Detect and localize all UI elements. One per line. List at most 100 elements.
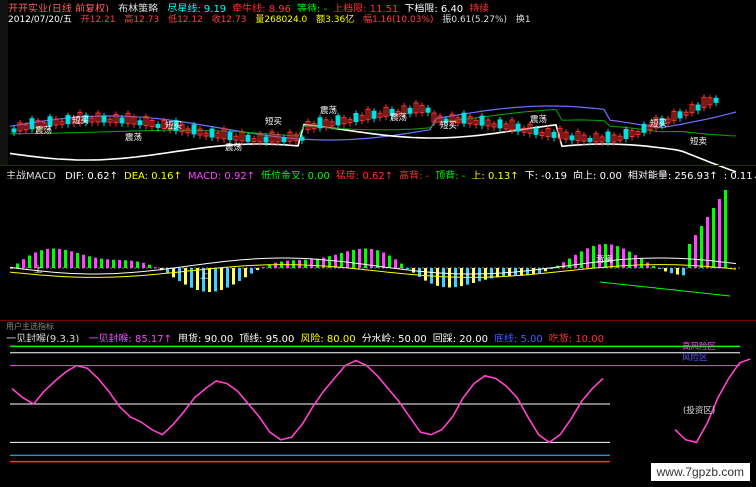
macd-histogram-bar — [634, 255, 637, 268]
macd-item: 低位金叉: 0.00 — [261, 171, 330, 179]
macd-histogram-bar — [358, 248, 361, 268]
macd-annotation: 背离 — [596, 254, 613, 265]
candle-body — [137, 120, 143, 126]
macd-histogram-bar — [394, 259, 397, 268]
macd-histogram-bar — [214, 268, 217, 292]
macd-histogram-bar — [568, 258, 571, 268]
candle-body — [713, 97, 719, 103]
macd-histogram-bar — [130, 260, 133, 268]
macd-histogram-bar — [304, 259, 307, 268]
candle-body — [641, 123, 647, 133]
macd-histogram-bar — [658, 268, 661, 269]
macd-histogram-bar — [592, 245, 595, 268]
candle-body — [29, 118, 35, 130]
macd-histogram-bar — [70, 251, 73, 268]
macd-histogram-bar — [178, 268, 181, 282]
macd-histogram-bar — [442, 268, 445, 288]
macd-histogram-bar — [124, 260, 127, 268]
price-annotation: 短买 — [265, 116, 282, 127]
macd-histogram-bar — [670, 268, 673, 274]
macd-histogram-bar — [478, 268, 481, 282]
macd-histogram-bar — [664, 268, 667, 272]
macd-item: MACD: 0.92↑ — [187, 171, 256, 179]
macd-histogram-bar — [688, 244, 691, 268]
candle-body — [119, 117, 125, 124]
candle-body — [425, 107, 431, 113]
macd-histogram-bar — [352, 249, 355, 268]
zone-label-investment: (投资区) — [683, 406, 716, 416]
oscillator-item: 风险: 80.00 — [300, 334, 356, 342]
macd-histogram-bar — [106, 259, 109, 268]
candle-body — [695, 104, 701, 111]
oscillator-title[interactable]: 一见封喉(9,3,3) — [6, 334, 79, 342]
macd-item: 上: 0.13↑ — [471, 171, 519, 179]
macd-histogram-bar — [640, 258, 643, 268]
oscillator-item: 顶线: 95.00 — [239, 334, 295, 342]
watermark: www.7gpzb.com — [650, 463, 750, 481]
macd-histogram-bar — [346, 251, 349, 268]
macd-histogram-bar — [136, 261, 139, 268]
left-strip-bg — [0, 0, 8, 165]
macd-histogram-bar — [196, 268, 199, 291]
chart-canvas[interactable]: 震荡震荡震荡震荡震荡 震荡短买 短买 短买 短买 短买短卖上上背离 — [0, 0, 756, 487]
macd-histogram-bar — [238, 268, 241, 281]
macd-histogram-bar — [472, 268, 475, 283]
candle-body — [263, 136, 269, 143]
price-annotation: 短买 — [165, 120, 182, 131]
macd-histogram-bar — [712, 208, 715, 268]
macd-histogram-bar — [718, 199, 721, 268]
candle-body — [299, 136, 305, 141]
macd-histogram-bar — [112, 259, 115, 268]
oscillator-k-line — [11, 359, 604, 444]
candle-body — [371, 110, 377, 119]
macd-histogram-bar — [340, 252, 343, 268]
price-annotation: 短卖 — [690, 136, 708, 147]
macd-item: 高背: - — [399, 171, 430, 179]
candle-body — [515, 123, 521, 132]
candle-body — [191, 124, 197, 135]
macd-histogram-bar — [256, 268, 259, 271]
candle-body — [335, 115, 341, 126]
macd-histogram-bar — [586, 248, 589, 268]
pane-separator — [0, 320, 756, 321]
macd-item: 下: -0.19 — [524, 171, 568, 179]
macd-histogram-bar — [52, 248, 55, 268]
macd-header-line: 主战MACD DIF: 0.62↑ DEA: 0.16↑ MACD: 0.92↑ 低位… — [6, 167, 756, 179]
candle-body — [353, 112, 359, 122]
macd-histogram-bar — [310, 259, 313, 268]
macd-item: 向上: 0.00 — [573, 171, 622, 179]
macd-histogram-bar — [694, 235, 697, 268]
macd-title[interactable]: 主战MACD — [6, 171, 56, 179]
price-annotation: 震荡 — [530, 114, 548, 125]
macd-histogram-bar — [10, 268, 13, 269]
candle-body — [281, 137, 287, 143]
candle-body — [245, 134, 251, 142]
candle-body — [101, 115, 107, 123]
candle-body — [227, 132, 233, 141]
macd-histogram-bar — [616, 246, 619, 268]
macd-histogram-bar — [724, 190, 727, 268]
candle-body — [623, 128, 629, 139]
macd-histogram-bar — [388, 255, 391, 268]
macd-histogram-bar — [46, 248, 49, 268]
macd-histogram-bar — [148, 264, 151, 268]
macd-histogram-bar — [424, 268, 427, 281]
macd-histogram-bar — [244, 268, 247, 278]
price-annotation: 震荡 — [390, 112, 408, 123]
macd-histogram-bar — [700, 226, 703, 268]
oscillator-item: 回踩: 20.00 — [432, 334, 488, 342]
macd-histogram-bar — [274, 262, 277, 268]
candle-body — [65, 115, 71, 125]
macd-item: 猛度: 0.62↑ — [335, 171, 394, 179]
macd-item: 顶背: - — [435, 171, 466, 179]
candle-body — [47, 116, 53, 127]
macd-histogram-bar — [88, 256, 91, 268]
macd-histogram-bar — [652, 265, 655, 268]
macd-histogram-bar — [400, 263, 403, 268]
candle-body — [317, 117, 323, 129]
candle-body — [479, 115, 485, 126]
macd-histogram-bar — [76, 253, 79, 268]
macd-histogram-bar — [262, 267, 265, 269]
macd-histogram-bar — [292, 260, 295, 268]
macd-annotation: 上 — [200, 271, 209, 281]
